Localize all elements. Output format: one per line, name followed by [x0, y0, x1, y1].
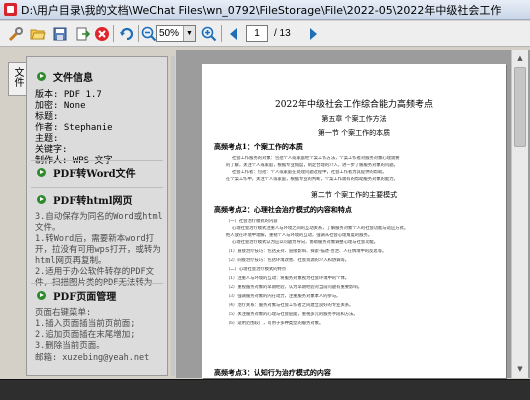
file-info-encryption: 加密: None [35, 101, 86, 111]
html-desc-line: 1.转Word后，需要新本word打 [35, 234, 155, 244]
doc-paragraph-line: 心理社会治疗模式注重人与环境之间的互动关系，了解服务对象个人的社会功能与适应方式… [232, 226, 409, 231]
zoom-select[interactable]: 50% ▼ [156, 25, 196, 42]
section-title: 文件信息 [53, 72, 93, 84]
file-info-title: 标题: [35, 112, 59, 122]
file-info-keywords: 关键字: [35, 145, 68, 155]
export-icon[interactable] [72, 24, 91, 43]
zoom-in-icon[interactable] [199, 24, 218, 43]
tab-file[interactable]: 文件 [8, 62, 26, 96]
page-total: / 13 [274, 28, 291, 39]
file-info-version: 版本: PDF 1.7 [35, 90, 102, 100]
previous-page-icon[interactable] [224, 24, 243, 43]
pdf-page: 2022年中级社会工作综合能力高频考点 第五章 个案工作方法 第一节 个案工作的… [202, 64, 506, 378]
doc-paragraph-line: 心理社会治疗模式认为应以问题为导向，协助服务对象调整心理与社会功能。 [232, 240, 379, 245]
file-info-subject: 主题: [35, 134, 59, 144]
tab-file-label: 文件 [12, 67, 23, 87]
page-mgmt-desc-line: 2.追加页面插在末尾增加; [35, 330, 136, 340]
section-pdf-to-word[interactable]: PDF转Word文件 [27, 161, 167, 183]
page-number-input[interactable]: 1 [246, 25, 268, 42]
doc-title: 2022年中级社会工作综合能力高频考点 [275, 100, 433, 110]
doc-paragraph-line: （二）心理社会治疗模式的特点 [226, 267, 287, 272]
doc-paragraph-line: （2）间接治疗技巧：包括环境改善、社会资源的介入和协调等。 [226, 258, 350, 263]
doc-paragraph-line: （5）关注服务对象的心理与社会层面，重视多元的服务手段和方法。 [226, 312, 358, 317]
scroll-up-icon[interactable]: ▲ [512, 50, 528, 66]
file-info-author: 作者: Stephanie [35, 123, 113, 133]
doc-paragraph-line: （2）重视服务对象的早期经验，认为早期经验对当前问题有重要影响。 [226, 285, 362, 290]
html-desc-line: 开，拉没有可用wps打开，或转为 [35, 245, 161, 255]
doc-paragraph-line: 在个案工作中，关注个人或家庭，根据专业的判断，个案工作需有的帮助服务对象的能力。 [226, 177, 398, 182]
section-pdf-to-html[interactable]: PDF转html网页 [27, 188, 167, 210]
scroll-down-icon[interactable]: ▼ [512, 361, 528, 377]
doc-section-heading: 第二节 个案工作的主要模式 [310, 191, 398, 199]
tools-icon[interactable] [6, 24, 25, 43]
toolbar-separator [221, 25, 222, 42]
section-title: PDF转html网页 [53, 195, 133, 207]
pdf-app-icon [4, 3, 17, 16]
doc-paragraph-line: （6）适用范围较广，可用于多种类型的服务对象。 [226, 321, 324, 326]
next-page-icon[interactable] [303, 24, 322, 43]
html-desc-line: html网页再复制。 [35, 256, 107, 266]
open-folder-icon[interactable] [28, 24, 47, 43]
save-icon[interactable] [50, 24, 69, 43]
zoom-value: 50% [159, 28, 180, 39]
page-mgmt-desc-line: 1.插入页面插当前页前面; [35, 319, 136, 329]
scrollbar-thumb[interactable] [514, 67, 526, 147]
html-desc-line: 文件。 [35, 223, 61, 233]
doc-point-heading: 高频考点2：心理社会治疗模式的内容和特点 [214, 205, 352, 214]
doc-chapter: 第五章 个案工作方法 [321, 115, 387, 123]
arrow-right-icon [37, 71, 46, 81]
doc-paragraph-line: （一）社会治疗模式的内容 [226, 219, 278, 224]
section-title: PDF页面管理 [53, 291, 117, 303]
arrow-right-icon [37, 290, 46, 300]
sidebar-splitter[interactable] [171, 56, 175, 376]
arrow-right-icon [37, 167, 46, 177]
doc-paragraph-line: （3）强调服务对象的内在动力，注重服务对象本人的参与。 [226, 294, 341, 299]
vertical-scrollbar[interactable]: ▲ ▼ [511, 50, 528, 378]
section-file-info[interactable]: 文件信息 [27, 65, 167, 87]
rotate-icon[interactable] [117, 24, 136, 43]
doc-paragraph-line: 的了解，关注个人或家庭，根据专业角度，制定合理的介入，进一步了解服务对象的问题。 [226, 163, 398, 168]
html-desc-line: 2.适用于办公软件转存的PDF文 [35, 267, 155, 277]
sidebar: 文件信息 版本: PDF 1.7 加密: None 标题: 作者: Stepha… [26, 56, 168, 376]
arrow-right-icon [37, 194, 46, 204]
close-document-icon[interactable] [92, 24, 111, 43]
html-desc-line: 3.自动保存为同名的Word或html [35, 212, 163, 222]
window-title: D:\用户目录\我的文档\WeChat Files\wn_0792\FileSt… [21, 3, 501, 17]
doc-paragraph-line: 社会工作服务的对象：包括个人或家庭经个案工作方法，个案工作者对服务对象心理需要 [232, 156, 400, 161]
doc-paragraph-line: 社会工作者：包括：个人或家庭在处理问题过程中，社会工作者为其提供的帮助。 [232, 170, 387, 175]
doc-paragraph-line: （1）直接治疗技巧：包括支持、直接影响、探索-描述-宣泄、人在情境中的反思等。 [226, 249, 387, 254]
contact-email: 邮箱: xuzebing@yeah.net [35, 353, 150, 363]
doc-paragraph-line: 把人放在环境中理解，重视个人与环境的互动，强调从社会心理角度的服务。 [226, 233, 373, 238]
doc-paragraph-line: （1）注重人与环境的互动：将服务对象视为社会环境中的个体。 [226, 276, 350, 281]
doc-paragraph-line: （4）治疗关系：服务对象与社会工作者之间建立良好的专业关系。 [226, 303, 354, 308]
toolbar: 50% ▼ 1 / 13 [0, 21, 530, 47]
page-mgmt-desc-line: 3.删除当前页面。 [35, 341, 105, 351]
status-bar [0, 379, 530, 400]
section-title: PDF转Word文件 [53, 168, 136, 180]
toolbar-separator [113, 25, 114, 42]
doc-section-heading: 第一节 个案工作的本质 [317, 129, 391, 137]
page-mgmt-desc-line: 页面右键菜单: [35, 308, 92, 318]
doc-point-heading: 高频考点3：认知行为治疗模式的内容 [214, 368, 331, 377]
section-pdf-page-management[interactable]: PDF页面管理 [27, 284, 167, 306]
title-bar: D:\用户目录\我的文档\WeChat Files\wn_0792\FileSt… [0, 0, 530, 20]
doc-point-heading: 高频考点1：个案工作的本质 [214, 142, 303, 151]
chevron-down-icon[interactable]: ▼ [183, 26, 195, 41]
